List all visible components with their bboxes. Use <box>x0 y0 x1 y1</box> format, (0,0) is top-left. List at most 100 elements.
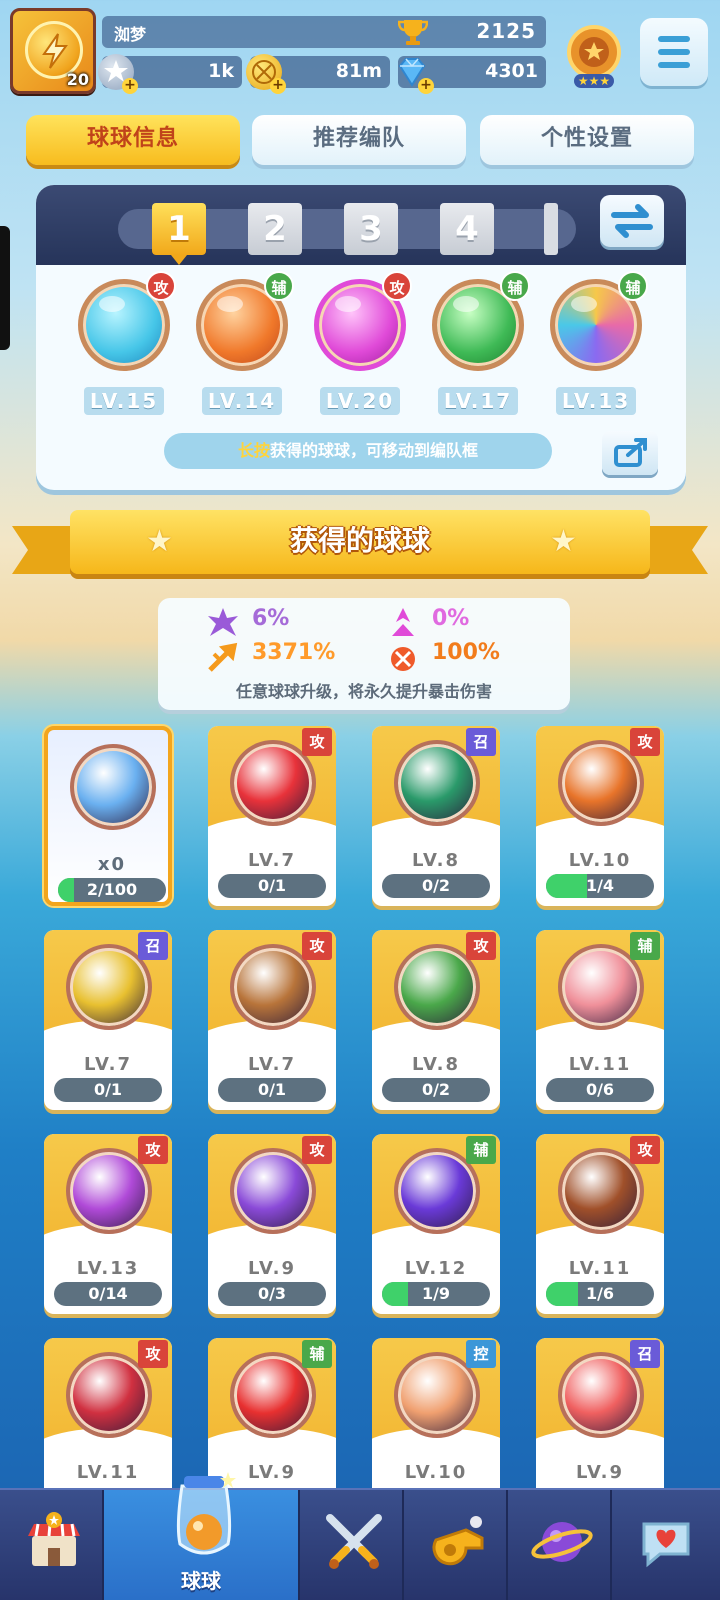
owned-ball-card[interactable]: 攻 LV.13 0/14 <box>44 1134 172 1314</box>
upgrade-progress-bar: 1/9 <box>382 1282 490 1306</box>
attack-type-badge: 攻 <box>138 1136 168 1164</box>
team-slot-5-partial[interactable] <box>544 203 558 255</box>
team-ball-1[interactable]: 攻 LV.15 <box>74 271 176 415</box>
hint-highlight: 长按 <box>237 441 270 460</box>
upgrade-progress-text: 0/1 <box>93 1080 123 1099</box>
upgrade-progress-bar: 2/100 <box>58 878 166 902</box>
upgrade-progress-text: 1/6 <box>585 1284 615 1303</box>
upgrade-progress-bar: 0/2 <box>382 874 490 898</box>
crit-rate-bonus-value: 0% <box>432 606 470 631</box>
team-ball-4[interactable]: 辅 LV.17 <box>428 271 530 415</box>
add-diamond-icon[interactable]: + <box>418 78 434 94</box>
team-slot-4[interactable]: 4 <box>440 203 494 255</box>
owned-ball-card[interactable]: 攻 LV.7 0/1 <box>208 930 336 1110</box>
crit-stats-box: 6% 0% 3371% 100% 任意球球升级，将永久提升暴击伤害 <box>158 598 570 710</box>
team-ball-level: LV.14 <box>202 387 282 415</box>
add-star-icon[interactable]: + <box>122 78 138 94</box>
crit-damage-value: 3371% <box>252 640 336 665</box>
universal-ball-card[interactable]: x0 2/100 <box>44 726 172 906</box>
owned-ball-card[interactable]: 辅 LV.11 0/6 <box>536 930 664 1110</box>
nav-balls-label: 球球 <box>181 1569 221 1593</box>
nav-balls[interactable]: 球球 <box>104 1472 300 1600</box>
ball-level: LV.8 <box>412 850 460 871</box>
ball-level: LV.8 <box>412 1054 460 1075</box>
nav-battle[interactable] <box>300 1490 404 1600</box>
ball-level: LV.11 <box>568 1054 632 1075</box>
upgrade-progress-text: 0/1 <box>257 1080 287 1099</box>
player-avatar[interactable]: 20 <box>10 8 96 94</box>
team-slot-2[interactable]: 2 <box>248 203 302 255</box>
attack-type-badge: 攻 <box>302 932 332 960</box>
support-type-badge: 辅 <box>466 1136 496 1164</box>
upgrade-progress-bar: 0/1 <box>218 1078 326 1102</box>
add-gold-icon[interactable]: + <box>270 78 286 94</box>
upgrade-progress-text: 1/9 <box>421 1284 451 1303</box>
diamond-icon: + <box>394 54 434 94</box>
resource-star[interactable]: + 1k <box>98 54 242 94</box>
resource-diamond[interactable]: + 4301 <box>398 56 546 94</box>
tab-recommended-team[interactable]: 推荐编队 <box>252 115 466 165</box>
attack-type-badge: 攻 <box>138 1340 168 1368</box>
upgrade-progress-text: 0/2 <box>421 1080 451 1099</box>
team-ball-level: LV.17 <box>438 387 518 415</box>
team-ball-5[interactable]: 辅 LV.13 <box>546 271 648 415</box>
tab-ball-info[interactable]: 球球信息 <box>26 115 240 165</box>
upgrade-progress-bar: 0/1 <box>218 874 326 898</box>
share-button[interactable] <box>602 431 658 475</box>
rank-medal-icon[interactable]: ★★★ <box>562 22 626 92</box>
ball-level: LV.12 <box>404 1258 468 1279</box>
nav-whistle[interactable] <box>404 1490 508 1600</box>
upgrade-progress-text: 2/100 <box>86 880 138 899</box>
team-slot-1[interactable]: 1 <box>152 203 206 265</box>
nav-planet[interactable] <box>508 1490 612 1600</box>
team-hint: 长按获得的球球，可移动到编队框 <box>164 433 552 469</box>
attack-type-badge: 攻 <box>466 932 496 960</box>
team-panel-header: 1 2 3 4 <box>36 185 686 265</box>
tab-personal-settings[interactable]: 个性设置 <box>480 115 694 165</box>
owned-ball-card[interactable]: 辅 LV.12 1/9 <box>372 1134 500 1314</box>
team-ball-2[interactable]: 辅 LV.14 <box>192 271 294 415</box>
menu-icon <box>658 36 690 42</box>
team-slot-3[interactable]: 3 <box>344 203 398 255</box>
menu-icon-line <box>658 62 690 68</box>
screen-edge-notch <box>0 226 10 350</box>
upgrade-progress-bar: 0/2 <box>382 1078 490 1102</box>
resource-gold[interactable]: + 81m <box>246 54 390 94</box>
ball-orb-icon <box>70 744 156 830</box>
swap-arrows-icon <box>611 204 653 238</box>
swap-team-button[interactable] <box>600 195 664 247</box>
control-type-badge: 控 <box>466 1340 496 1368</box>
team-ball-level: LV.13 <box>556 387 636 415</box>
nav-social[interactable] <box>612 1490 716 1600</box>
attack-type-badge: 攻 <box>630 1136 660 1164</box>
owned-ball-card[interactable]: 攻 LV.10 1/4 <box>536 726 664 906</box>
team-ball-3[interactable]: 攻 LV.20 <box>310 271 412 415</box>
ball-level: LV.7 <box>84 1054 132 1075</box>
upgrade-progress-text: 0/2 <box>421 876 451 895</box>
crit-damage-icon <box>206 642 240 674</box>
summon-type-badge: 召 <box>138 932 168 960</box>
owned-ball-card[interactable]: 攻 LV.11 1/6 <box>536 1134 664 1314</box>
diamond-value: 4301 <box>485 60 538 82</box>
ball-level: LV.11 <box>76 1462 140 1483</box>
nav-shop[interactable] <box>0 1490 104 1600</box>
owned-ball-card[interactable]: 攻 LV.8 0/2 <box>372 930 500 1110</box>
menu-button[interactable] <box>640 18 708 86</box>
trophy-count: 2125 <box>476 19 536 43</box>
crossed-swords-icon <box>326 1514 382 1569</box>
owned-ball-card[interactable]: 攻 LV.9 0/3 <box>208 1134 336 1314</box>
owned-ball-card[interactable]: 召 LV.7 0/1 <box>44 930 172 1110</box>
menu-icon-line <box>658 49 690 55</box>
section-title: 获得的球球 <box>289 524 430 557</box>
ball-level: LV.13 <box>76 1258 140 1279</box>
owned-balls-banner: ★ ★ 获得的球球 <box>10 510 710 582</box>
support-type-badge: 辅 <box>302 1340 332 1368</box>
hint-text: 获得的球球，可移动到编队框 <box>270 441 479 460</box>
upgrade-progress-bar: 0/1 <box>54 1078 162 1102</box>
svg-text:★★★: ★★★ <box>578 74 610 88</box>
owned-ball-card[interactable]: 召 LV.8 0/2 <box>372 726 500 906</box>
team-ball-level: LV.20 <box>320 387 400 415</box>
star-currency-value: 1k <box>208 60 234 82</box>
crit-rate-value: 6% <box>252 606 290 631</box>
owned-ball-card[interactable]: 攻 LV.7 0/1 <box>208 726 336 906</box>
